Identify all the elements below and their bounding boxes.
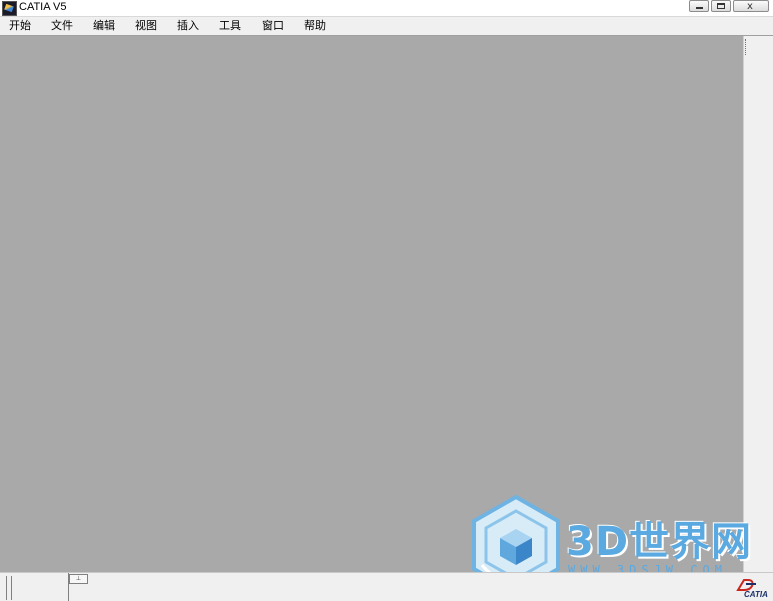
menu-file[interactable]: 文件 xyxy=(50,18,74,33)
title-bar: CATIA V5 x xyxy=(0,0,773,17)
window-title: CATIA V5 xyxy=(19,1,67,13)
toolbar-tab[interactable]: ⊥ xyxy=(69,574,88,584)
right-toolbar-dock xyxy=(743,36,773,572)
close-button[interactable]: x xyxy=(733,0,769,12)
menu-bar: 开始 文件 编辑 视图 插入 工具 窗口 帮助 xyxy=(0,17,773,36)
minimize-icon xyxy=(696,7,703,9)
toolbar-grip-handle[interactable] xyxy=(745,39,748,55)
menu-start[interactable]: 开始 xyxy=(8,18,32,33)
menu-window[interactable]: 窗口 xyxy=(261,18,285,33)
menu-view[interactable]: 视图 xyxy=(134,18,158,33)
menu-edit[interactable]: 编辑 xyxy=(92,18,116,33)
menu-help[interactable]: 帮助 xyxy=(303,18,327,33)
ds-catia-text: CATIA xyxy=(744,590,768,599)
maximize-button[interactable] xyxy=(711,0,731,12)
close-icon: x xyxy=(747,1,753,12)
workspace-area[interactable] xyxy=(0,36,743,572)
maximize-icon xyxy=(717,3,725,9)
watermark-title: 3D世界网 xyxy=(566,519,753,565)
menu-tools[interactable]: 工具 xyxy=(218,18,242,33)
minimize-button[interactable] xyxy=(689,0,709,12)
bottom-toolbar: ⊥ xyxy=(0,572,773,601)
catia-app-icon[interactable] xyxy=(2,1,17,16)
menu-insert[interactable]: 插入 xyxy=(176,18,200,33)
bottom-grip-handle[interactable] xyxy=(6,576,12,600)
ds-catia-logo-icon: CATIA xyxy=(732,578,772,600)
